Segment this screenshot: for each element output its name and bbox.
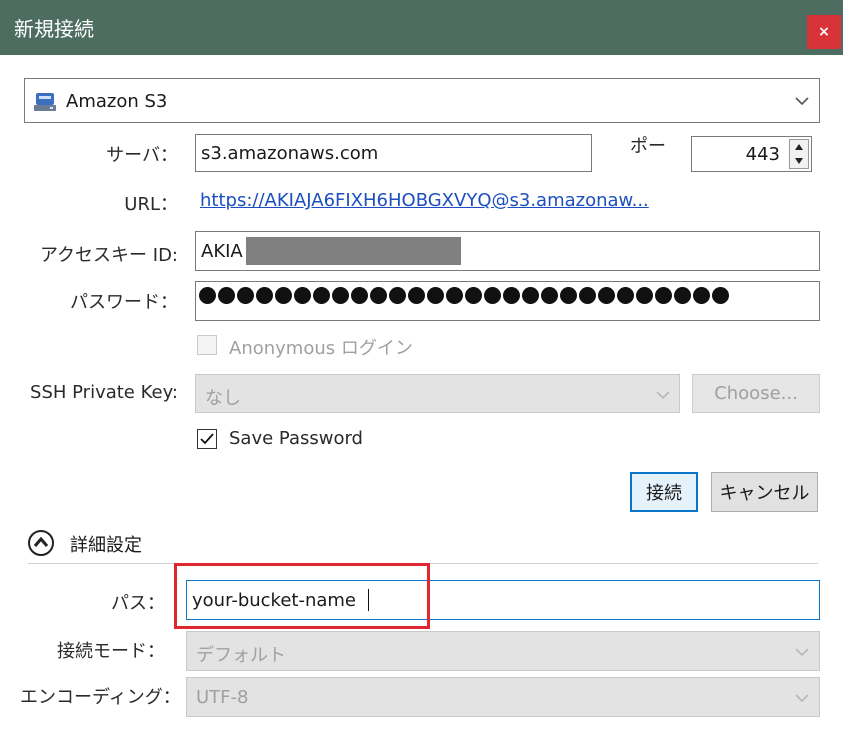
save-password-checkbox[interactable] <box>197 429 217 449</box>
path-label: パス： <box>111 593 165 614</box>
password-dot <box>636 287 653 304</box>
ssh-key-select[interactable]: なし <box>195 374 680 413</box>
title-bar: 新規接続 × <box>0 0 843 55</box>
password-dot <box>522 287 539 304</box>
url-label: URL： <box>124 194 178 215</box>
choose-button[interactable]: Choose... <box>692 374 820 413</box>
spin-down-icon[interactable] <box>790 154 808 168</box>
password-dot <box>370 287 387 304</box>
password-dot <box>560 287 577 304</box>
password-dot <box>313 287 330 304</box>
port-input-value: 443 <box>745 144 780 165</box>
window-title: 新規接続 <box>14 17 94 41</box>
redacted-block <box>246 237 461 265</box>
cancel-button-label: キャンセル <box>719 483 810 504</box>
password-dot <box>446 287 463 304</box>
password-mask <box>199 287 729 304</box>
connect-mode-value: デフォルト <box>196 645 286 666</box>
spin-up-icon[interactable] <box>790 140 808 154</box>
chevron-up-circle-icon <box>28 530 54 556</box>
password-dot <box>237 287 254 304</box>
password-dot <box>617 287 634 304</box>
s3-drive-icon <box>34 92 56 116</box>
port-label: ポー <box>630 136 666 157</box>
encoding-value: UTF-8 <box>196 687 249 708</box>
highlight-annotation <box>174 563 430 629</box>
password-dot <box>199 287 216 304</box>
cancel-button[interactable]: キャンセル <box>711 472 818 512</box>
password-dot <box>408 287 425 304</box>
chevron-down-icon <box>795 694 809 703</box>
access-key-value: AKIA <box>201 241 243 262</box>
anonymous-checkbox[interactable] <box>197 335 217 355</box>
anonymous-label: Anonymous ログイン <box>229 338 413 359</box>
advanced-toggle[interactable]: 詳細設定 <box>27 528 187 558</box>
connect-mode-select[interactable]: デフォルト <box>186 631 820 671</box>
url-link[interactable]: https://AKIAJA6FIXH6HOBGXVYQ@s3.amazonaw… <box>200 190 649 211</box>
password-dot <box>655 287 672 304</box>
password-dot <box>712 287 729 304</box>
password-dot <box>503 287 520 304</box>
protocol-value: Amazon S3 <box>66 91 168 112</box>
password-dot <box>693 287 710 304</box>
password-dot <box>427 287 444 304</box>
password-dot <box>294 287 311 304</box>
password-dot <box>674 287 691 304</box>
port-spinner[interactable] <box>789 139 809 169</box>
password-dot <box>465 287 482 304</box>
password-dot <box>598 287 615 304</box>
chevron-down-icon <box>656 391 670 400</box>
chevron-down-icon <box>795 648 809 657</box>
password-dot <box>332 287 349 304</box>
close-icon: × <box>818 24 830 40</box>
password-dot <box>275 287 292 304</box>
server-input[interactable]: s3.amazonaws.com <box>195 134 592 172</box>
new-connection-dialog: 新規接続 × Amazon S3 サーバ： s3.amazonaws.com ポ… <box>0 0 843 739</box>
checkmark-icon <box>200 433 214 445</box>
password-label: パスワード： <box>70 292 178 313</box>
connect-button-label: 接続 <box>646 483 682 504</box>
password-dot <box>351 287 368 304</box>
advanced-title: 詳細設定 <box>70 535 142 556</box>
password-dot <box>541 287 558 304</box>
password-dot <box>256 287 273 304</box>
close-button[interactable]: × <box>807 15 841 49</box>
protocol-select[interactable]: Amazon S3 <box>24 78 820 123</box>
access-key-label: アクセスキー ID: <box>39 245 178 266</box>
connect-button[interactable]: 接続 <box>630 472 698 512</box>
ssh-key-label: SSH Private Key: <box>30 382 178 403</box>
password-dot <box>484 287 501 304</box>
password-dot <box>389 287 406 304</box>
chevron-down-icon <box>795 97 809 106</box>
connect-mode-label: 接続モード： <box>57 641 165 662</box>
port-input[interactable]: 443 <box>691 136 812 172</box>
encoding-select[interactable]: UTF-8 <box>186 677 820 717</box>
password-dot <box>218 287 235 304</box>
server-label: サーバ： <box>106 145 178 166</box>
choose-button-label: Choose... <box>714 383 798 404</box>
access-key-input[interactable]: AKIA <box>195 231 820 271</box>
ssh-key-value: なし <box>205 388 241 409</box>
server-input-value: s3.amazonaws.com <box>201 143 379 164</box>
password-dot <box>579 287 596 304</box>
save-password-label: Save Password <box>229 428 363 449</box>
encoding-label: エンコーディング： <box>20 687 181 708</box>
